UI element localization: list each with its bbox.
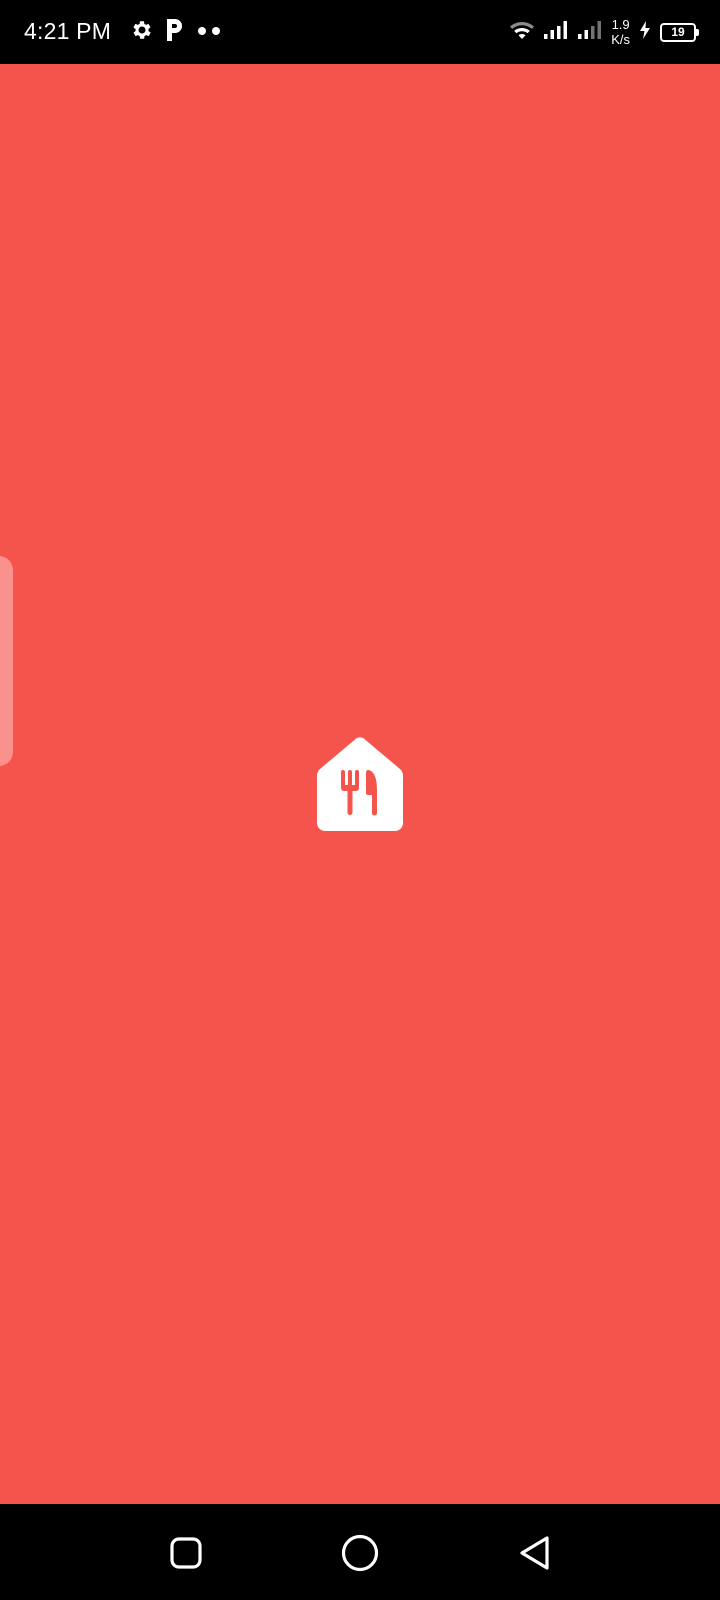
status-notification-icons — [130, 17, 224, 47]
splash-screen — [0, 64, 720, 1504]
network-speed-value: 1.9 — [611, 17, 630, 32]
back-icon — [520, 1536, 549, 1570]
status-time: 4:21 PM — [24, 18, 112, 44]
home-icon — [341, 1534, 379, 1572]
battery-level: 19 — [671, 25, 685, 39]
network-speed-unit: K/s — [611, 32, 630, 47]
status-system-icons: 1.9 K/s 19 — [509, 14, 699, 50]
dots-icon — [196, 23, 224, 41]
network-speed: 1.9 K/s — [611, 17, 630, 47]
back-button[interactable] — [514, 1532, 556, 1574]
recents-icon — [170, 1537, 202, 1569]
charging-icon — [638, 20, 652, 45]
wifi-icon — [509, 19, 535, 46]
restaurant-house-icon — [316, 737, 404, 833]
signal-icon — [543, 19, 569, 46]
battery-icon: 19 — [660, 22, 699, 42]
gear-icon — [130, 18, 154, 47]
recents-button[interactable] — [165, 1532, 207, 1574]
signal-icon-2 — [577, 19, 603, 46]
p-icon — [164, 17, 186, 48]
edge-panel-handle[interactable] — [0, 556, 13, 766]
status-bar: 4:21 PM 1.9 K/s 19 — [0, 0, 720, 64]
navigation-bar — [0, 1504, 720, 1600]
home-button[interactable] — [339, 1532, 381, 1574]
